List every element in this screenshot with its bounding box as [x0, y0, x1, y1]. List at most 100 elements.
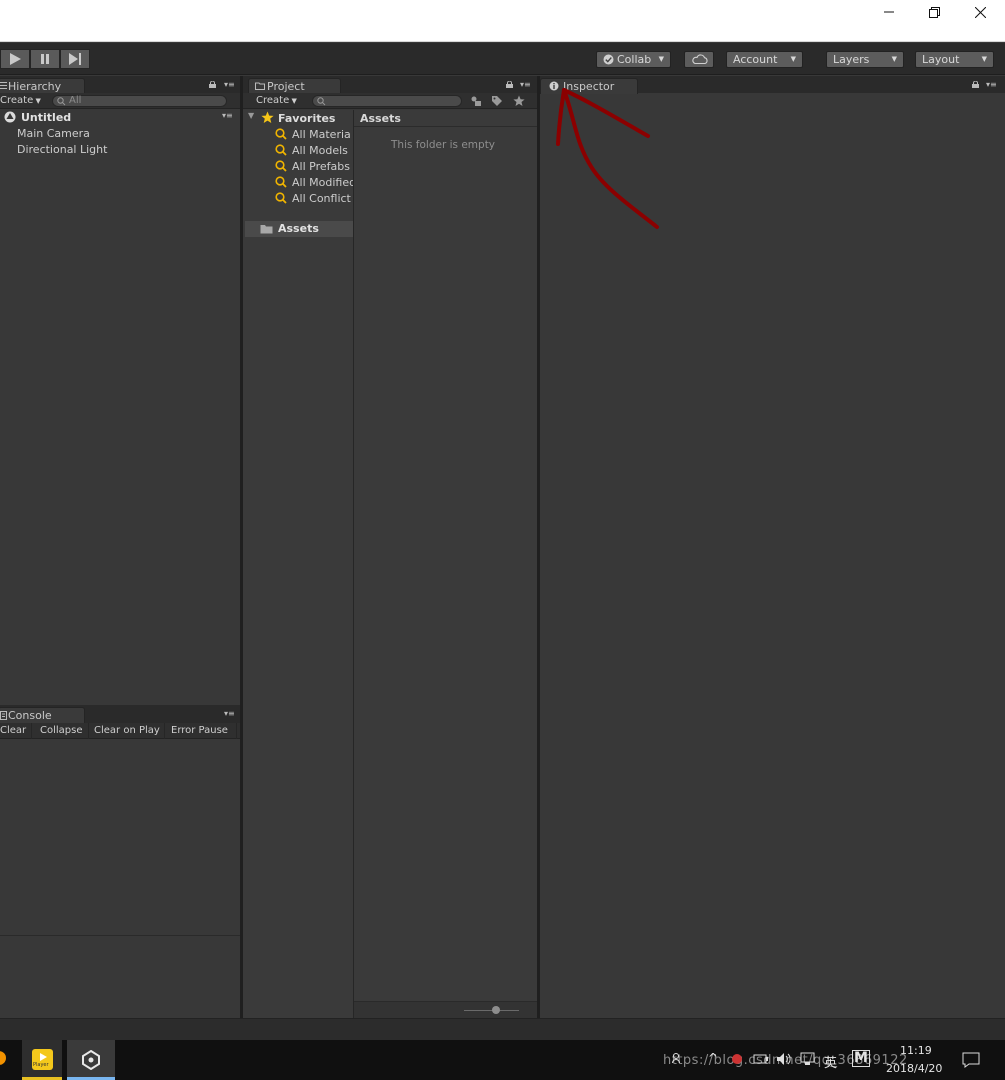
clock-time[interactable]: 11:19 [900, 1044, 932, 1057]
battery-icon[interactable] [753, 1053, 769, 1065]
search-icon [275, 176, 287, 188]
folder-icon [260, 225, 273, 234]
project-create-button[interactable]: Create ▼ [256, 94, 297, 108]
favorites-header[interactable]: ▼ Favorites [243, 111, 353, 127]
console-error-pause-button[interactable]: Error Pause [171, 723, 237, 739]
project-tree: ▼ Favorites All Materia All Models All P… [243, 110, 356, 1018]
people-icon[interactable] [672, 1052, 684, 1064]
console-button-label: Clear [0, 725, 27, 736]
panel-menu-icon[interactable]: ▾≡ [986, 80, 997, 89]
layout-dropdown[interactable]: Layout ▼ [915, 51, 994, 68]
console-icon [0, 711, 7, 720]
expand-arrow-icon[interactable]: ▼ [248, 111, 254, 120]
hierarchy-search-input[interactable]: All [52, 95, 227, 107]
hierarchy-tabstrip: Hierarchy ▾≡ [0, 76, 240, 94]
minimize-button[interactable] [866, 0, 912, 24]
status-bar [0, 1018, 1005, 1040]
console-toolbar: Clear Collapse Clear on Play Error Pause [0, 723, 240, 739]
search-icon [317, 97, 326, 106]
input-method-indicator[interactable]: M [852, 1050, 870, 1067]
unity-scene-icon [4, 111, 16, 123]
pause-button[interactable] [30, 49, 60, 69]
close-button[interactable] [957, 0, 1003, 24]
restore-button[interactable] [911, 0, 957, 24]
console-clear-on-play-button[interactable]: Clear on Play [94, 723, 165, 739]
tab-console-label: Console [8, 709, 52, 722]
list-icon [0, 82, 7, 89]
console-collapse-button[interactable]: Collapse [40, 723, 89, 739]
console-tabstrip: Console ▾≡ [0, 705, 240, 723]
layers-label: Layers [833, 53, 870, 66]
app-icon[interactable] [0, 1051, 6, 1065]
star-icon[interactable] [513, 95, 525, 107]
hierarchy-item-directional-light[interactable]: Directional Light [17, 143, 107, 156]
panel-menu-icon[interactable]: ▾≡ [224, 80, 235, 89]
folder-icon [255, 82, 265, 90]
project-search-input[interactable] [312, 95, 462, 107]
dropdown-caret-icon: ▼ [790, 55, 796, 63]
account-label: Account [733, 53, 778, 66]
hierarchy-item-label: Directional Light [17, 143, 108, 156]
annotation-arrow-icon [556, 88, 659, 229]
breadcrumb-item[interactable]: Assets [360, 112, 401, 125]
scene-header[interactable]: Untitled ▾≡ [0, 110, 240, 126]
player-app-icon: Player [32, 1049, 53, 1070]
collab-button[interactable]: Collab ▼ [596, 51, 671, 68]
tray-app-icon[interactable] [731, 1053, 743, 1065]
taskbar-item-unity[interactable] [67, 1040, 115, 1080]
filter-by-type-icon[interactable] [470, 95, 482, 107]
hierarchy-item-main-camera[interactable]: Main Camera [17, 127, 90, 140]
layout-label: Layout [922, 53, 960, 66]
show-hidden-icons-icon[interactable]: ^ [708, 1051, 718, 1065]
dropdown-caret-icon: ▼ [981, 55, 987, 63]
panel-menu-icon[interactable]: ▾≡ [224, 709, 235, 718]
network-icon[interactable] [800, 1052, 816, 1066]
assets-folder-item[interactable]: Assets [245, 221, 353, 237]
hierarchy-create-button[interactable]: Create ▼ [0, 94, 41, 108]
checkmark-icon [603, 54, 614, 65]
project-panel: Project ▾≡ Create ▼ ▼ Favorites All Mate… [243, 76, 537, 1018]
favorite-item-label: All Materia [292, 128, 351, 141]
search-icon [275, 192, 287, 204]
dropdown-caret-icon: ▼ [658, 55, 664, 63]
console-clear-button[interactable]: Clear [0, 723, 32, 739]
favorites-label: Favorites [278, 112, 336, 125]
play-button[interactable] [0, 49, 30, 69]
search-icon [275, 128, 287, 140]
volume-icon[interactable] [776, 1052, 792, 1066]
zoom-slider-thumb[interactable] [492, 1006, 500, 1014]
tag-icon[interactable] [491, 95, 503, 107]
layers-dropdown[interactable]: Layers ▼ [826, 51, 904, 68]
collab-label: Collab [617, 53, 652, 66]
console-panel: Console ▾≡ [0, 705, 240, 1018]
player-label: Player [33, 1062, 49, 1068]
taskbar-item-player[interactable]: Player [22, 1040, 62, 1080]
project-subbar: Create ▼ [243, 93, 537, 109]
tab-console[interactable]: Console [0, 707, 85, 723]
favorite-item-label: All Models [292, 144, 348, 157]
lock-icon[interactable] [972, 81, 979, 88]
cloud-button[interactable] [684, 51, 714, 68]
favorite-item-label: All Conflict [292, 192, 351, 205]
console-button-label: Collapse [40, 725, 83, 736]
cloud-icon [692, 54, 708, 65]
tab-hierarchy[interactable]: Hierarchy [0, 78, 85, 94]
panel-menu-icon[interactable]: ▾≡ [520, 80, 531, 89]
screen: Collab ▼ Account ▼ Layers ▼ Layout ▼ Hie… [0, 0, 1005, 1080]
console-button-label: Clear on Play [94, 725, 160, 736]
project-footer [354, 1001, 537, 1018]
scene-menu-icon[interactable]: ▾≡ [222, 111, 233, 120]
lock-icon[interactable] [209, 81, 216, 88]
lock-icon[interactable] [506, 81, 513, 88]
taskbar: Player https://blog.csdn.net/qq_36869122… [0, 1040, 1005, 1080]
account-dropdown[interactable]: Account ▼ [726, 51, 803, 68]
ime-indicator[interactable]: 英 [824, 1052, 837, 1071]
hierarchy-subbar: Create ▼ All [0, 93, 240, 109]
playback-controls [0, 49, 90, 69]
search-placeholder: All [69, 95, 82, 106]
tab-project[interactable]: Project [248, 78, 341, 94]
step-button[interactable] [60, 49, 90, 69]
clock-date[interactable]: 2018/4/20 [886, 1062, 942, 1075]
search-icon [275, 160, 287, 172]
notification-icon[interactable] [962, 1052, 980, 1068]
